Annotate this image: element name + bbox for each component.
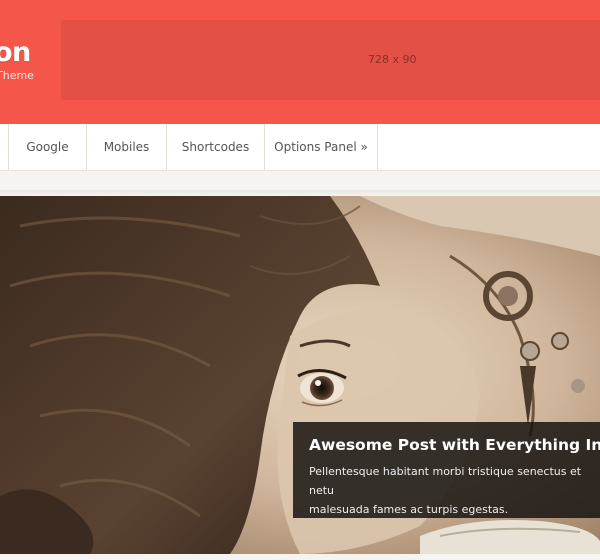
site-header: on Theme 728 x 90 — [0, 0, 600, 124]
site-tagline: Theme — [0, 69, 34, 82]
ad-banner[interactable]: 728 x 90 — [61, 20, 600, 100]
slider-post-excerpt: Pellentesque habitant morbi tristique se… — [309, 465, 582, 516]
main-navigation: Google Mobiles Shortcodes Options Panel … — [0, 124, 600, 170]
featured-slider[interactable]: Awesome Post with Everything In It Pelle… — [0, 196, 600, 554]
ad-size-label: 728 x 90 — [368, 53, 417, 66]
site-logo-title[interactable]: on — [0, 34, 31, 72]
nav-item-options-panel[interactable]: Options Panel » — [264, 124, 378, 170]
slider-post-title[interactable]: Awesome Post with Everything In It — [309, 435, 600, 455]
nav-item-shortcodes[interactable]: Shortcodes — [166, 124, 264, 170]
slider-caption: Awesome Post with Everything In It Pelle… — [293, 422, 600, 518]
nav-item-mobiles[interactable]: Mobiles — [86, 124, 166, 170]
nav-item-google[interactable]: Google — [8, 124, 86, 170]
